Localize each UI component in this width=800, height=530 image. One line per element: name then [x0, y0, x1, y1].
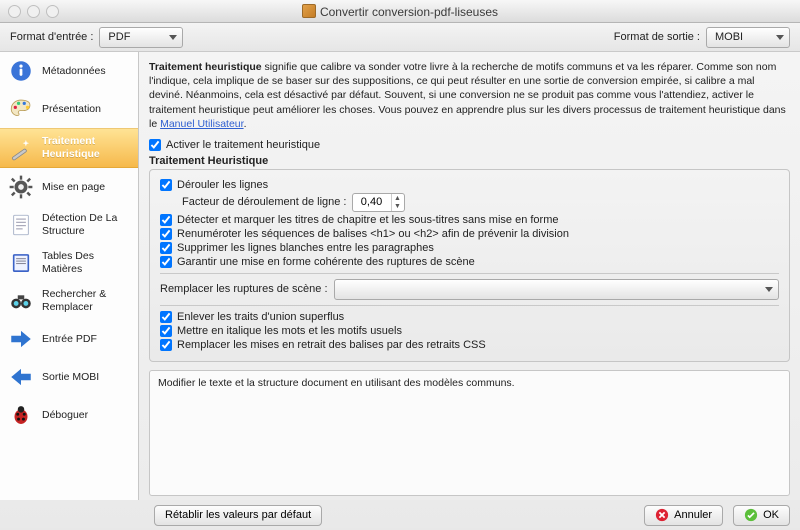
bug-icon [8, 402, 34, 428]
section-title: Traitement Heuristique [149, 155, 790, 167]
cancel-button[interactable]: Annuler [644, 505, 723, 526]
app-icon [302, 4, 316, 18]
palette-icon [8, 96, 34, 122]
unwrap-checkbox[interactable] [160, 179, 172, 191]
replace-scene-select[interactable] [334, 279, 779, 300]
document-icon [8, 212, 34, 238]
restore-defaults-button[interactable]: Rétablir les valeurs par défaut [154, 505, 322, 526]
scene-breaks-checkbox[interactable] [160, 256, 172, 268]
input-format-label: Format d'entrée : [10, 31, 93, 43]
binoculars-icon [8, 288, 34, 314]
sidebar-item-look-feel[interactable]: Présentation [0, 90, 138, 128]
footer-bar: Rétablir les valeurs par défaut Annuler … [0, 500, 800, 530]
gear-icon [8, 174, 34, 200]
css-indent-checkbox[interactable] [160, 339, 172, 351]
stepper-down-icon[interactable]: ▼ [392, 202, 404, 211]
arrow-right-icon [8, 326, 34, 352]
italicize-checkbox[interactable] [160, 325, 172, 337]
factor-label: Facteur de déroulement de ligne : [182, 196, 347, 208]
remove-blank-checkbox[interactable] [160, 242, 172, 254]
ok-icon [744, 508, 758, 522]
book-icon [8, 250, 34, 276]
sidebar-item-metadata[interactable]: Métadonnées [0, 52, 138, 90]
enable-heuristic-checkbox[interactable] [149, 139, 161, 151]
sidebar-item-input-pdf[interactable]: Entrée PDF [0, 320, 138, 358]
title-bar: Convertir conversion-pdf-liseuses [0, 0, 800, 23]
factor-stepper[interactable]: ▲▼ [352, 193, 405, 212]
format-toolbar: Format d'entrée : PDF Format de sortie :… [0, 23, 800, 52]
cancel-icon [655, 508, 669, 522]
heuristic-panel: Dérouler les lignes Facteur de dérouleme… [149, 169, 790, 362]
sidebar-item-toc[interactable]: Tables Des Matières [0, 244, 138, 282]
renumber-headings-checkbox[interactable] [160, 228, 172, 240]
sidebar-item-output-mobi[interactable]: Sortie MOBI [0, 358, 138, 396]
remove-hyphen-checkbox[interactable] [160, 311, 172, 323]
info-icon [8, 58, 34, 84]
description-box: Modifier le texte et la structure docume… [149, 370, 790, 496]
input-format-select[interactable]: PDF [99, 27, 183, 48]
enable-heuristic-label: Activer le traitement heuristique [166, 139, 320, 151]
detect-chapters-checkbox[interactable] [160, 214, 172, 226]
sidebar: Métadonnées Présentation Traitement Heur… [0, 52, 139, 500]
stepper-up-icon[interactable]: ▲ [392, 194, 404, 203]
sidebar-item-heuristic[interactable]: Traitement Heuristique [0, 128, 138, 168]
user-manual-link[interactable]: Manuel Utilisateur [160, 118, 243, 130]
window-title: Convertir conversion-pdf-liseuses [0, 4, 800, 19]
factor-input[interactable] [353, 195, 391, 209]
ok-button[interactable]: OK [733, 505, 790, 526]
replace-scene-label: Remplacer les ruptures de scène : [160, 283, 328, 295]
sidebar-item-search-replace[interactable]: Rechercher & Remplacer [0, 282, 138, 320]
output-format-label: Format de sortie : [614, 31, 700, 43]
sidebar-item-page-setup[interactable]: Mise en page [0, 168, 138, 206]
sidebar-item-structure[interactable]: Détection De La Structure [0, 206, 138, 244]
intro-text: Traitement heuristique signifie que cali… [149, 60, 790, 131]
content-pane: Traitement heuristique signifie que cali… [139, 52, 800, 500]
output-format-select[interactable]: MOBI [706, 27, 790, 48]
sidebar-item-debug[interactable]: Déboguer [0, 396, 138, 434]
arrow-left-icon [8, 364, 34, 390]
wand-icon [8, 135, 34, 161]
